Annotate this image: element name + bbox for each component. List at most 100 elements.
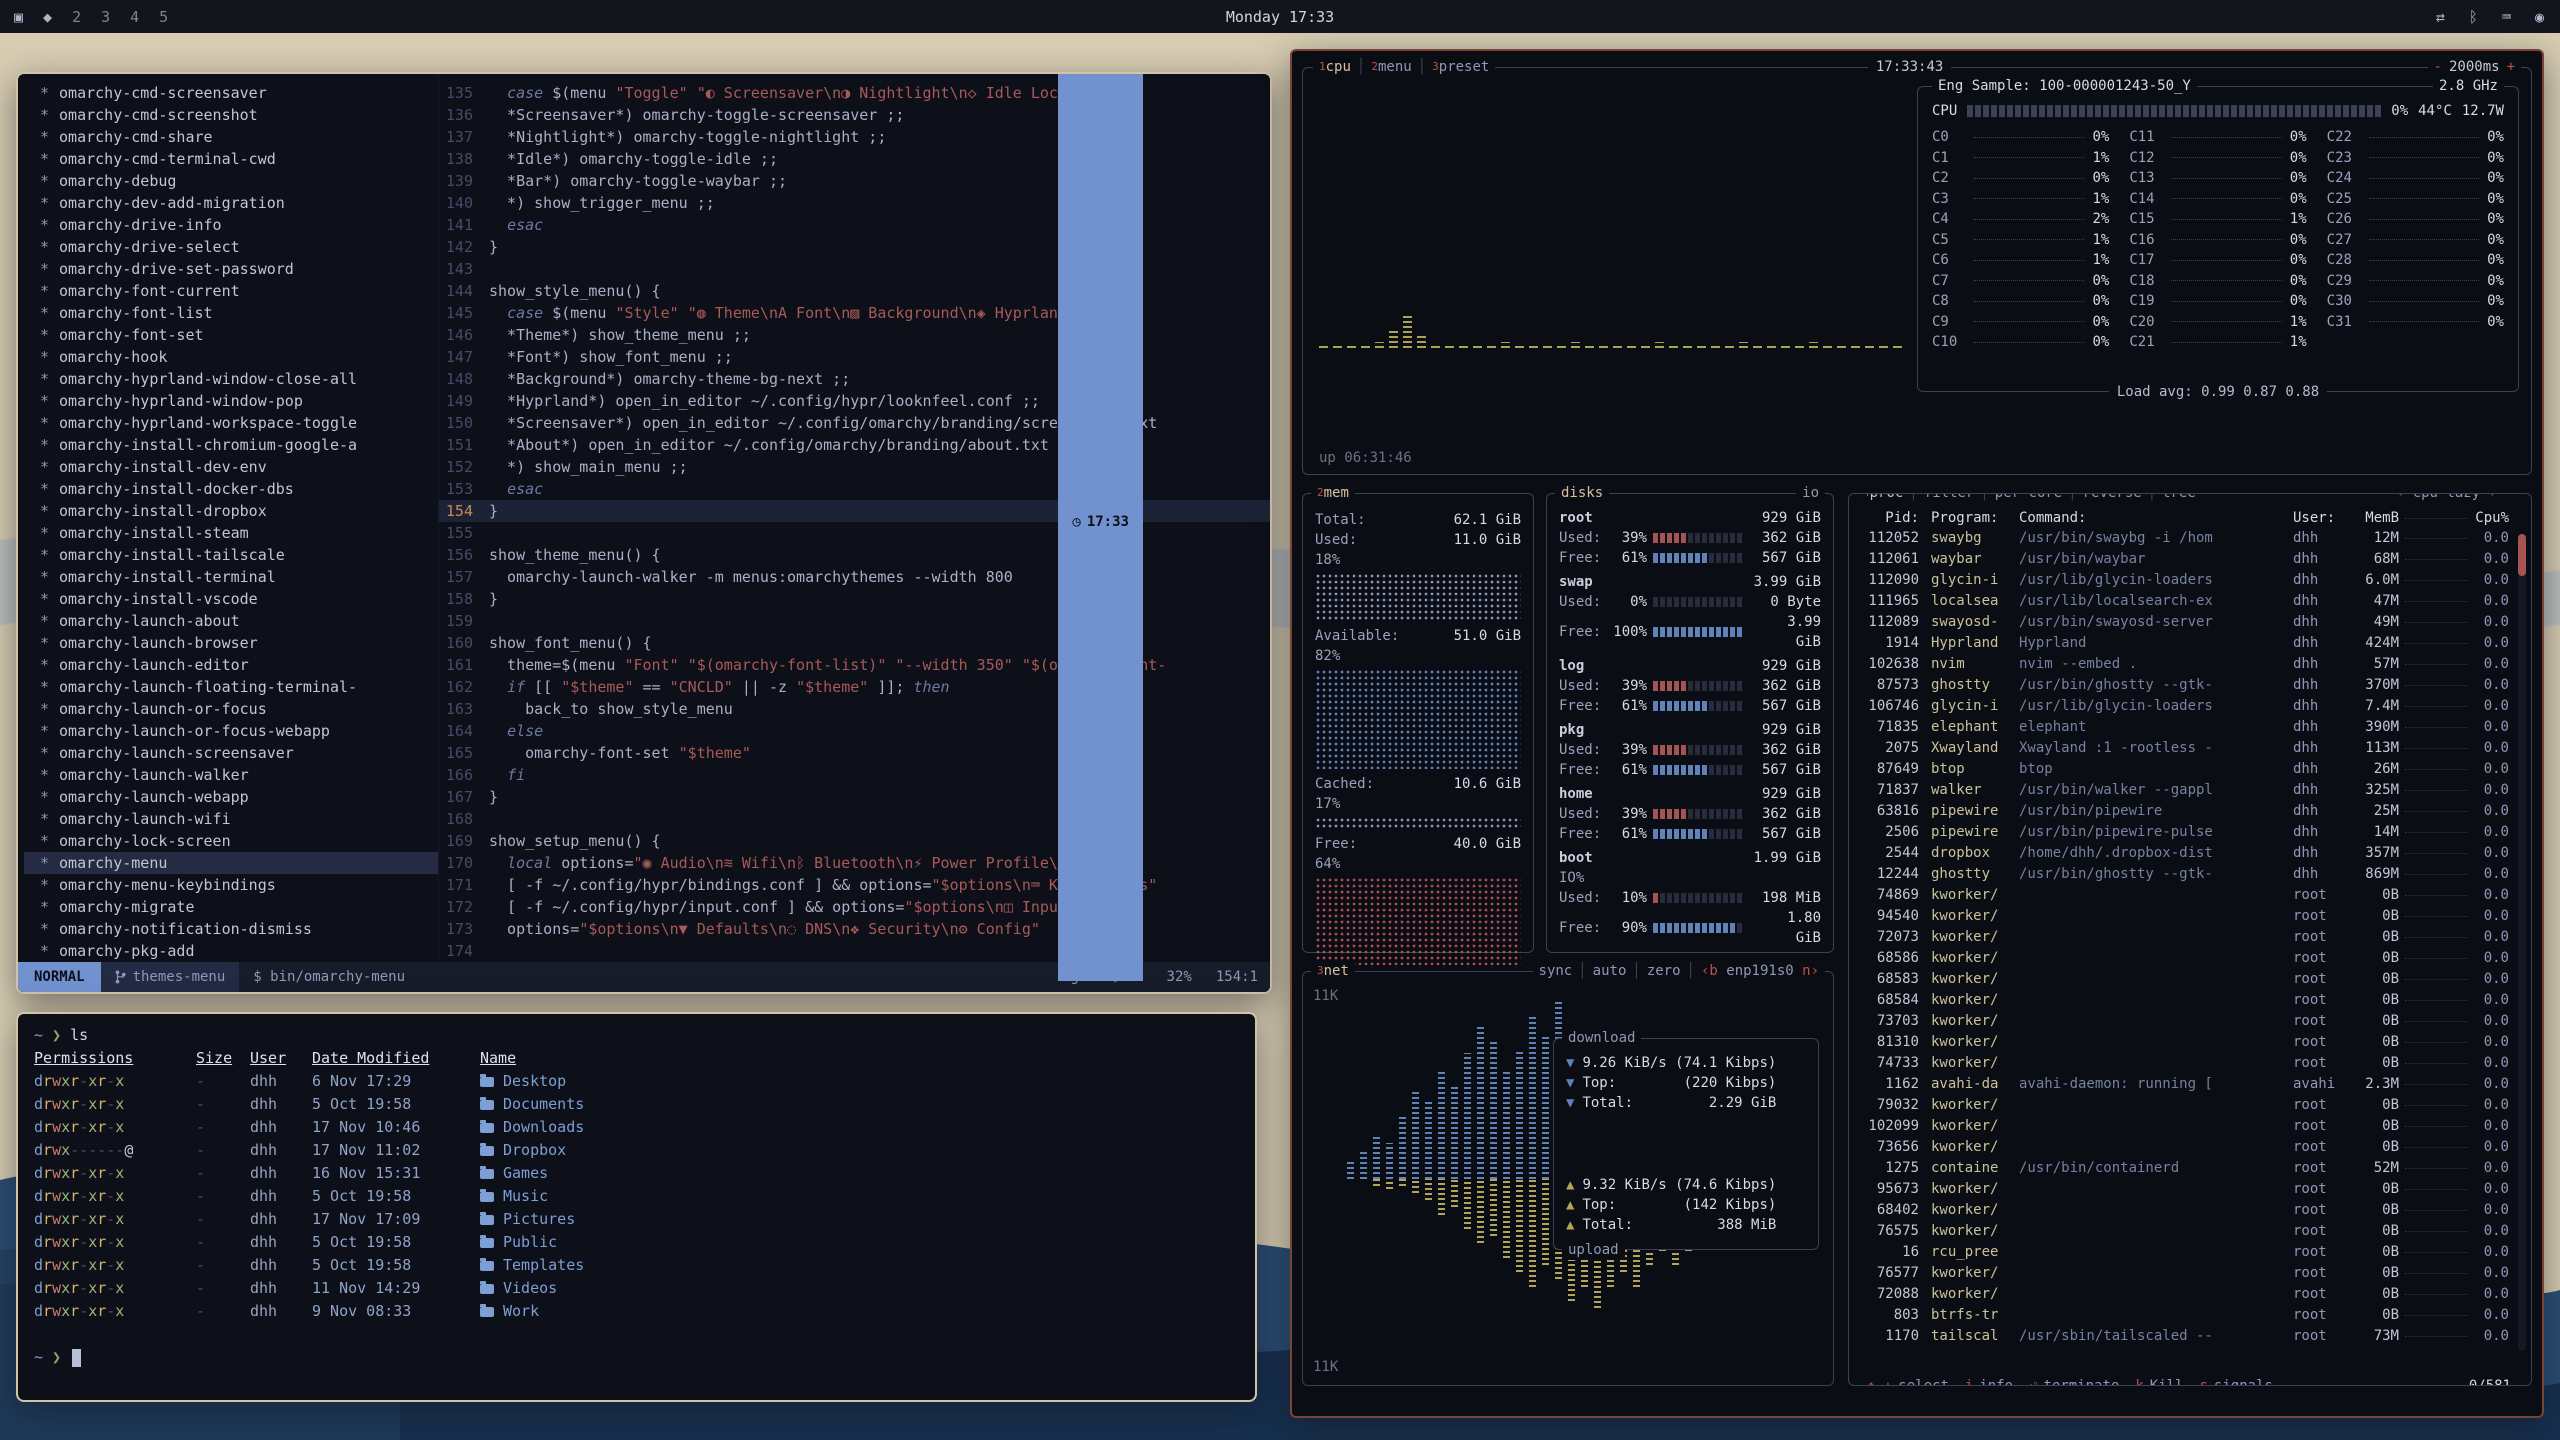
code-line[interactable]: 154} [439, 500, 1270, 522]
footer-action-Kill[interactable]: kKill [2127, 1376, 2191, 1386]
file-item[interactable]: *omarchy-launch-or-focus [24, 698, 438, 720]
ls-name[interactable]: Work [480, 1300, 1239, 1323]
code-line[interactable]: 147 *Font*) show_font_menu ;; [439, 346, 1270, 368]
code-line[interactable]: 141 esac [439, 214, 1270, 236]
code-line[interactable]: 143 [439, 258, 1270, 280]
proc-row[interactable]: 16rcu_preeroot0B0.0 [1859, 1242, 2509, 1263]
proc-row[interactable]: 1275containe/usr/bin/containerdroot52M0.… [1859, 1158, 2509, 1179]
terminal-window[interactable]: ~❯ls PermissionsSizeUserDate ModifiedNam… [16, 1012, 1257, 1402]
file-item[interactable]: *omarchy-install-steam [24, 522, 438, 544]
proc-row[interactable]: 81310kworker/root0B0.0 [1859, 1032, 2509, 1053]
file-item[interactable]: *omarchy-cmd-screensaver [24, 82, 438, 104]
proc-row[interactable]: 1914HyprlandHyprlanddhh424M0.0 [1859, 633, 2509, 654]
proc-option-filter[interactable]: filter [1924, 493, 1975, 501]
proc-column-header[interactable]: User: [2293, 508, 2349, 528]
ls-name[interactable]: Desktop [480, 1070, 1239, 1093]
code-line[interactable]: 158} [439, 588, 1270, 610]
code-line[interactable]: 172 [ -f ~/.config/hypr/input.conf ] && … [439, 896, 1270, 918]
proc-row[interactable]: 71835elephantelephantdhh390M0.0 [1859, 717, 2509, 738]
file-item[interactable]: *omarchy-font-list [24, 302, 438, 324]
footer-action-signals[interactable]: ssignals [2191, 1376, 2280, 1386]
code-line[interactable]: 167} [439, 786, 1270, 808]
net-button-auto[interactable]: auto [1593, 963, 1627, 979]
net-button-sync[interactable]: sync [1539, 963, 1573, 979]
process-scrollbar[interactable] [2518, 534, 2526, 1351]
proc-row[interactable]: 73656kworker/root0B0.0 [1859, 1137, 2509, 1158]
proc-row[interactable]: 72073kworker/root0B0.0 [1859, 927, 2509, 948]
code-line[interactable]: 136 *Screensaver*) omarchy-toggle-screen… [439, 104, 1270, 126]
proc-row[interactable]: 112052swaybg/usr/bin/swaybg -i /homdhh12… [1859, 528, 2509, 549]
tab-menu[interactable]: 2menu [1371, 59, 1411, 75]
proc-row[interactable]: 68402kworker/root0B0.0 [1859, 1200, 2509, 1221]
code-line[interactable]: 146 *Theme*) show_theme_menu ;; [439, 324, 1270, 346]
file-item[interactable]: *omarchy-hyprland-window-pop [24, 390, 438, 412]
code-line[interactable]: 163 back_to show_style_menu [439, 698, 1270, 720]
ls-name[interactable]: Templates [480, 1254, 1239, 1277]
proc-row[interactable]: 87649btopbtopdhh26M0.0 [1859, 759, 2509, 780]
file-item[interactable]: *omarchy-install-vscode [24, 588, 438, 610]
proc-row[interactable]: 95673kworker/root0B0.0 [1859, 1179, 2509, 1200]
code-line[interactable]: 150 *Screensaver*) open_in_editor ~/.con… [439, 412, 1270, 434]
proc-row[interactable]: 106746glycin-i/usr/lib/glycin-loadersdhh… [1859, 696, 2509, 717]
proc-row[interactable]: 102638nvimnvim --embed .dhh57M0.0 [1859, 654, 2509, 675]
proc-option-per-core[interactable]: per-core [1995, 493, 2062, 501]
file-item[interactable]: *omarchy-install-terminal [24, 566, 438, 588]
file-item[interactable]: *omarchy-install-chromium-google-a [24, 434, 438, 456]
file-item[interactable]: *omarchy-pkg-add [24, 940, 438, 962]
notification-icon[interactable]: ◉ [2535, 8, 2544, 26]
process-table-header[interactable]: Pid:Program:Command:User:MemBCpu% [1859, 508, 2523, 528]
ls-name[interactable]: Games [480, 1162, 1239, 1185]
active-workspace-icon[interactable]: ◆ [43, 8, 52, 26]
code-line[interactable]: 155 [439, 522, 1270, 544]
tab-preset[interactable]: 3preset [1432, 59, 1489, 75]
workspace-2[interactable]: 2 [72, 8, 81, 26]
file-item[interactable]: *omarchy-drive-info [24, 214, 438, 236]
ls-name[interactable]: Videos [480, 1277, 1239, 1300]
tab-cpu[interactable]: 1cpu [1319, 59, 1351, 75]
workspace-4[interactable]: 4 [130, 8, 139, 26]
proc-row[interactable]: 94540kworker/root0B0.0 [1859, 906, 2509, 927]
proc-row[interactable]: 1162avahi-daavahi-daemon: running [avahi… [1859, 1074, 2509, 1095]
proc-option-reverse[interactable]: reverse [2083, 493, 2142, 501]
proc-row[interactable]: 74869kworker/root0B0.0 [1859, 885, 2509, 906]
code-line[interactable]: 159 [439, 610, 1270, 632]
file-item[interactable]: *omarchy-drive-set-password [24, 258, 438, 280]
code-line[interactable]: 149 *Hyprland*) open_in_editor ~/.config… [439, 390, 1270, 412]
file-item[interactable]: *omarchy-cmd-screenshot [24, 104, 438, 126]
proc-column-header[interactable]: Command: [2019, 508, 2293, 528]
footer-action-terminate[interactable]: ⏎terminate [2021, 1376, 2127, 1386]
proc-row[interactable]: 76577kworker/root0B0.0 [1859, 1263, 2509, 1284]
ls-name[interactable]: Downloads [480, 1116, 1239, 1139]
io-mode-toggle[interactable]: io [1796, 483, 1825, 503]
scrollbar-thumb[interactable] [2518, 534, 2526, 576]
file-item[interactable]: *omarchy-launch-screensaver [24, 742, 438, 764]
code-line[interactable]: 170 local options="◉ Audio\n≋ Wifi\nᛒ Bl… [439, 852, 1270, 874]
file-list[interactable]: *omarchy-cmd-screensaver*omarchy-cmd-scr… [18, 74, 438, 962]
code-line[interactable]: 161 theme=$(menu "Font" "$(omarchy-font-… [439, 654, 1270, 676]
footer-action-info[interactable]: iinfo [1957, 1376, 2021, 1386]
code-line[interactable]: 135 case $(menu "Toggle" "◐ Screensaver\… [439, 82, 1270, 104]
code-line[interactable]: 140 *) show_trigger_menu ;; [439, 192, 1270, 214]
proc-row[interactable]: 1170tailscal/usr/sbin/tailscaled --root7… [1859, 1326, 2509, 1347]
file-item[interactable]: *omarchy-cmd-share [24, 126, 438, 148]
file-item[interactable]: *omarchy-drive-select [24, 236, 438, 258]
file-item[interactable]: *omarchy-dev-add-migration [24, 192, 438, 214]
clock[interactable]: Monday 17:33 [1226, 8, 1334, 26]
proc-row[interactable]: 112090glycin-i/usr/lib/glycin-loadersdhh… [1859, 570, 2509, 591]
code-line[interactable]: 162 if [[ "$theme" == "CNCLD" || -z "$th… [439, 676, 1270, 698]
proc-column-header[interactable]: Program: [1931, 508, 2019, 528]
code-line[interactable]: 138 *Idle*) omarchy-toggle-idle ;; [439, 148, 1270, 170]
net-button-zero[interactable]: zero [1647, 963, 1681, 979]
file-item[interactable]: *omarchy-menu [24, 852, 438, 874]
file-item[interactable]: *omarchy-launch-browser [24, 632, 438, 654]
file-item[interactable]: *omarchy-install-tailscale [24, 544, 438, 566]
iface-prev-button[interactable]: ‹b [1701, 963, 1718, 979]
proc-row[interactable]: 74733kworker/root0B0.0 [1859, 1053, 2509, 1074]
proc-row[interactable]: 111965localsea/usr/lib/localsearch-exdhh… [1859, 591, 2509, 612]
proc-row[interactable]: 2544dropbox/home/dhh/.dropbox-distdhh357… [1859, 843, 2509, 864]
file-item[interactable]: *omarchy-launch-walker [24, 764, 438, 786]
file-item[interactable]: *omarchy-lock-screen [24, 830, 438, 852]
code-line[interactable]: 173 options="$options\n▼ Defaults\n◌ DNS… [439, 918, 1270, 940]
workspace-5[interactable]: 5 [159, 8, 168, 26]
proc-row[interactable]: 73703kworker/root0B0.0 [1859, 1011, 2509, 1032]
